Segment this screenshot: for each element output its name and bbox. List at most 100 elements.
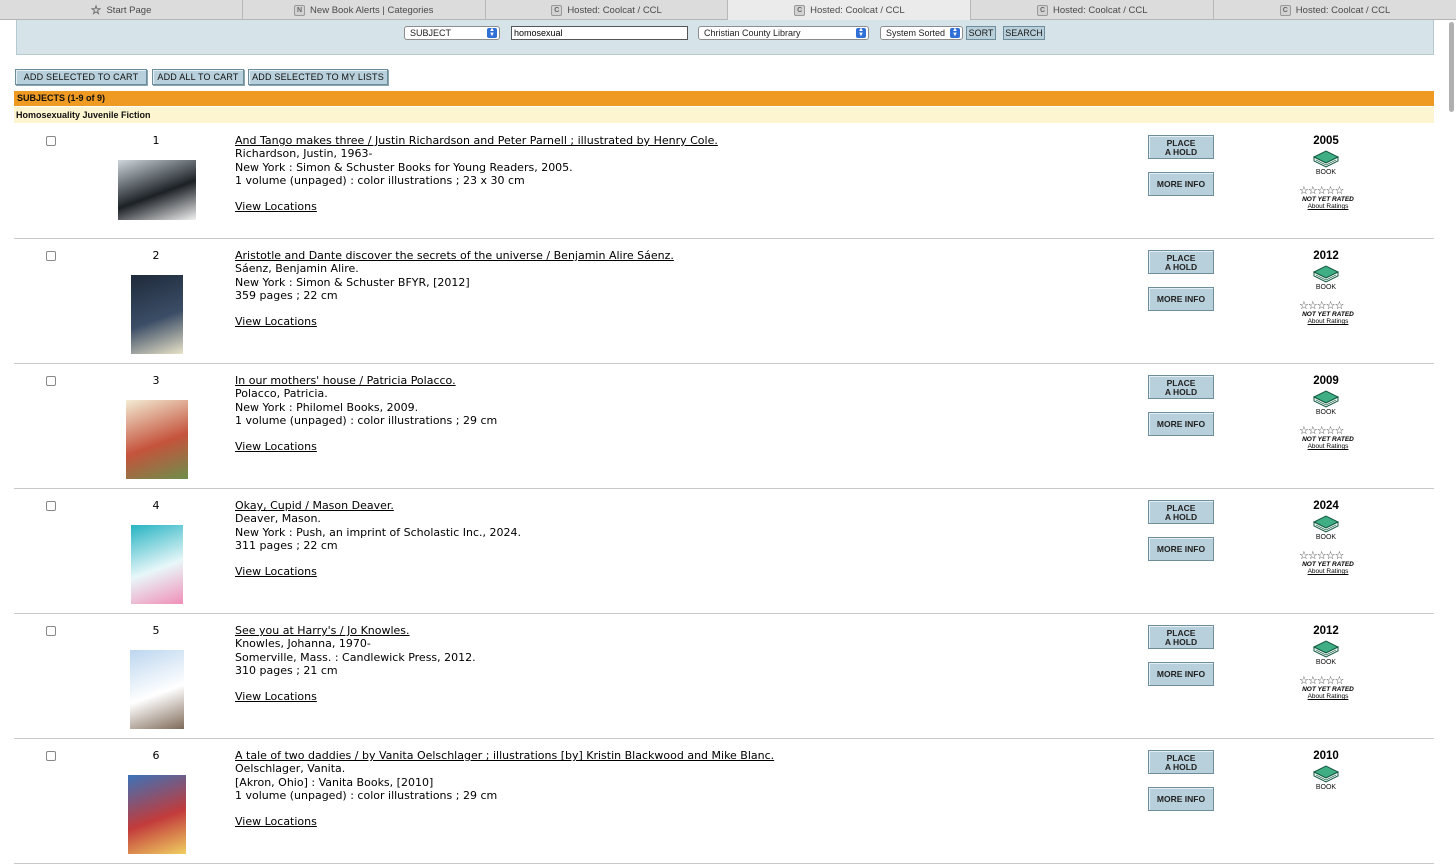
sort-button[interactable]: SORT xyxy=(966,26,996,40)
not-yet-rated-label: NOT YET RATED xyxy=(1302,561,1354,568)
result-number: 2 xyxy=(152,249,160,262)
result-number: 4 xyxy=(152,499,160,512)
result-number: 3 xyxy=(152,374,160,387)
book-cover-image[interactable] xyxy=(131,275,183,354)
select-checkbox[interactable] xyxy=(46,251,56,261)
place-hold-button[interactable]: PLACE A HOLD xyxy=(1148,135,1214,159)
place-hold-button[interactable]: PLACE A HOLD xyxy=(1148,750,1214,774)
description-text: 311 pages ; 22 cm xyxy=(235,538,338,552)
browser-tab[interactable]: ☆ Start Page xyxy=(0,0,243,20)
rating-stars-icon[interactable]: ☆☆☆☆☆ xyxy=(1299,425,1359,436)
select-checkbox[interactable] xyxy=(46,136,56,146)
about-ratings-link[interactable]: About Ratings xyxy=(1297,318,1359,325)
book-format-icon xyxy=(1312,264,1340,284)
rating-stars-icon[interactable]: ☆☆☆☆☆ xyxy=(1299,300,1359,311)
result-details: A tale of two daddies / by Vanita Oelsch… xyxy=(235,749,1115,828)
more-info-button[interactable]: MORE INFO xyxy=(1148,662,1214,686)
format-label: BOOK xyxy=(1315,409,1337,416)
search-input[interactable] xyxy=(511,26,688,40)
place-hold-button[interactable]: PLACE A HOLD xyxy=(1148,375,1214,399)
view-locations-link[interactable]: View Locations xyxy=(235,440,1115,453)
about-ratings-link[interactable]: About Ratings xyxy=(1297,203,1359,210)
add-all-to-cart-button[interactable]: ADD ALL TO CART xyxy=(152,69,244,85)
view-locations-link[interactable]: View Locations xyxy=(235,315,1115,328)
author-text: Knowles, Johanna, 1970- xyxy=(235,637,371,651)
title-link[interactable]: A tale of two daddies / by Vanita Oelsch… xyxy=(235,749,774,762)
library-select-value: Christian County Library xyxy=(704,28,801,38)
title-link[interactable]: See you at Harry's / Jo Knowles. xyxy=(235,624,410,637)
book-cover-image[interactable] xyxy=(118,160,196,220)
result-details: Okay, Cupid / Mason Deaver. Deaver, Mason… xyxy=(235,499,1115,578)
view-locations-link[interactable]: View Locations xyxy=(235,815,1115,828)
result-number: 5 xyxy=(152,624,160,637)
place-hold-button[interactable]: PLACE A HOLD xyxy=(1148,250,1214,274)
title-link[interactable]: And Tango makes three / Justin Richardso… xyxy=(235,134,718,147)
browser-tab-label: Hosted: Coolcat / CCL xyxy=(810,4,905,16)
not-yet-rated-label: NOT YET RATED xyxy=(1302,686,1354,693)
book-cover-image[interactable] xyxy=(128,775,186,854)
book-cover-image[interactable] xyxy=(131,525,183,604)
add-selected-to-cart-button[interactable]: ADD SELECTED TO CART xyxy=(15,69,147,85)
author-text: Richardson, Justin, 1963- xyxy=(235,147,373,161)
browser-tab-label: New Book Alerts | Categories xyxy=(310,4,434,16)
result-row: 5 See you at Harry's / Jo Knowles. Knowles… xyxy=(14,614,1434,739)
add-selected-to-my-lists-button[interactable]: ADD SELECTED TO MY LISTS xyxy=(248,69,388,85)
browser-tab[interactable]: N New Book Alerts | Categories xyxy=(243,0,486,20)
more-info-button[interactable]: MORE INFO xyxy=(1148,537,1214,561)
sort-select[interactable]: System Sorted ▲ ▼ xyxy=(880,26,963,40)
search-type-value: SUBJECT xyxy=(410,28,452,38)
title-link[interactable]: Okay, Cupid / Mason Deaver. xyxy=(235,499,394,512)
book-cover-image[interactable] xyxy=(126,400,188,479)
search-button[interactable]: SEARCH xyxy=(1003,26,1045,40)
c-favicon: C xyxy=(551,4,563,16)
browser-tab[interactable]: C Hosted: Coolcat / CCL xyxy=(971,0,1215,20)
book-cover-image[interactable] xyxy=(130,650,184,729)
c-favicon: C xyxy=(1036,4,1048,16)
about-ratings-link[interactable]: About Ratings xyxy=(1297,443,1359,450)
description-text: 1 volume (unpaged) : color illustrations… xyxy=(235,788,498,802)
title-link[interactable]: In our mothers' house / Patricia Polacco… xyxy=(235,374,456,387)
select-checkbox[interactable] xyxy=(46,626,56,636)
page-scrollbar[interactable] xyxy=(1449,22,1454,112)
select-checkbox[interactable] xyxy=(46,376,56,386)
browser-tab-bar: ☆ Start Page N New Book Alerts | Categories… xyxy=(0,0,1456,20)
browser-tab-label: Hosted: Coolcat / CCL xyxy=(1052,4,1148,16)
result-row: 6 A tale of two daddies / by Vanita Oelsc… xyxy=(14,739,1434,864)
c-favicon: C xyxy=(1279,4,1291,16)
view-locations-link[interactable]: View Locations xyxy=(235,200,1115,213)
book-format-icon xyxy=(1312,389,1340,409)
publication-year: 2005 xyxy=(1313,135,1339,147)
more-info-button[interactable]: MORE INFO xyxy=(1148,787,1214,811)
search-type-select[interactable]: SUBJECT ▲ ▼ xyxy=(404,26,500,40)
title-link[interactable]: Aristotle and Dante discover the secrets… xyxy=(235,249,674,262)
description-text: 1 volume (unpaged) : color illustrations… xyxy=(235,413,498,427)
browser-tab-label: Hosted: Coolcat / CCL xyxy=(567,4,662,16)
rating-stars-icon[interactable]: ☆☆☆☆☆ xyxy=(1299,185,1359,196)
view-locations-link[interactable]: View Locations xyxy=(235,565,1115,578)
result-number: 1 xyxy=(152,134,160,147)
place-hold-button[interactable]: PLACE A HOLD xyxy=(1148,625,1214,649)
select-checkbox[interactable] xyxy=(46,501,56,511)
rating-stars-icon[interactable]: ☆☆☆☆☆ xyxy=(1299,675,1359,686)
more-info-button[interactable]: MORE INFO xyxy=(1148,172,1214,196)
author-text: Oelschlager, Vanita. xyxy=(235,762,346,776)
place-hold-button[interactable]: PLACE A HOLD xyxy=(1148,500,1214,524)
browser-tab[interactable]: C Hosted: Coolcat / CCL xyxy=(1214,0,1456,20)
book-format-icon xyxy=(1312,514,1340,534)
view-locations-link[interactable]: View Locations xyxy=(235,690,1115,703)
format-label: BOOK xyxy=(1315,284,1337,291)
author-text: Deaver, Mason. xyxy=(235,512,321,526)
result-number: 6 xyxy=(152,749,160,762)
author-text: Sáenz, Benjamin Alire. xyxy=(235,262,359,276)
about-ratings-link[interactable]: About Ratings xyxy=(1297,568,1359,575)
search-bar: SUBJECT ▲▼ Christian County Library ▲▼ S… xyxy=(16,20,1434,55)
rating-stars-icon[interactable]: ☆☆☆☆☆ xyxy=(1299,550,1359,561)
select-checkbox[interactable] xyxy=(46,751,56,761)
browser-tab[interactable]: C Hosted: Coolcat / CCL xyxy=(728,0,972,20)
about-ratings-link[interactable]: About Ratings xyxy=(1297,693,1359,700)
more-info-button[interactable]: MORE INFO xyxy=(1148,287,1214,311)
more-info-button[interactable]: MORE INFO xyxy=(1148,412,1214,436)
browser-tab-label: Hosted: Coolcat / CCL xyxy=(1295,4,1391,16)
browser-tab[interactable]: C Hosted: Coolcat / CCL xyxy=(486,0,729,20)
library-select[interactable]: Christian County Library ▲ ▼ xyxy=(698,26,869,40)
